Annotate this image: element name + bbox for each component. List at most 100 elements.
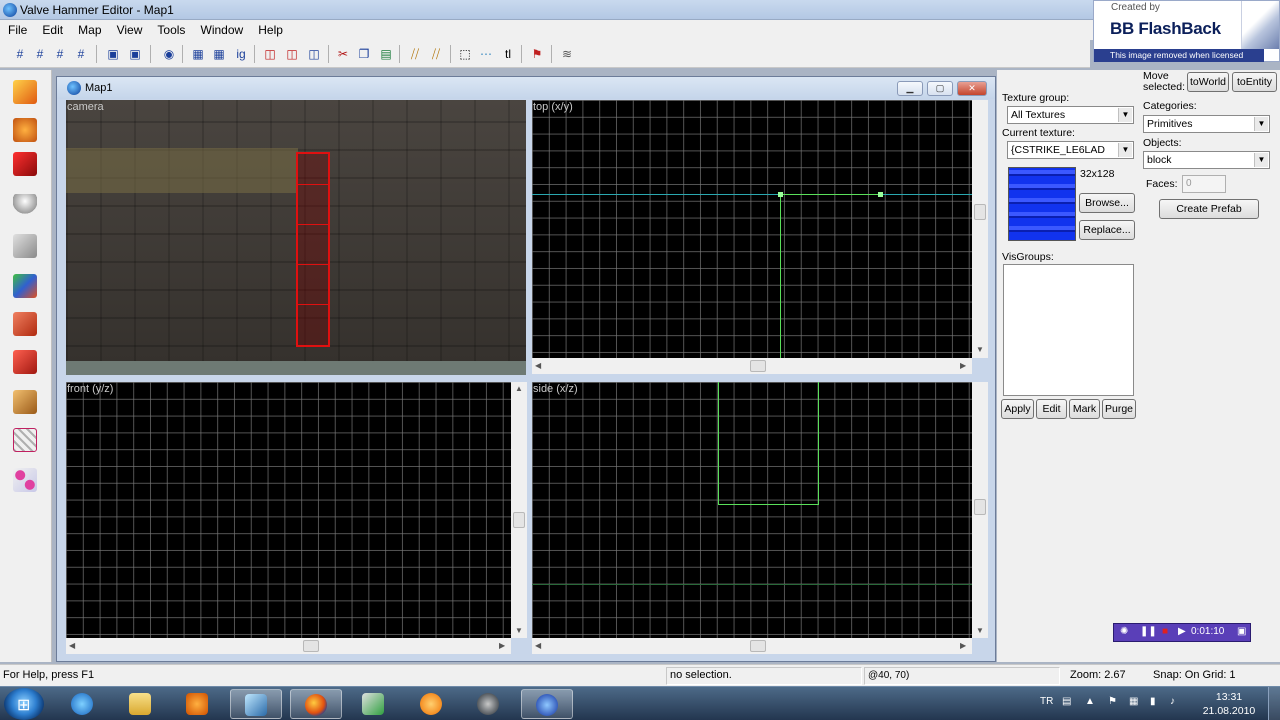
make-hollow-icon[interactable]: ⧸⧸	[427, 45, 445, 63]
grid-snap-icon[interactable]: #	[31, 45, 49, 63]
map-window-titlebar[interactable]: Map1 ▁ ▢ ✕	[57, 77, 995, 99]
scroll-down-icon[interactable]: ▼	[976, 626, 984, 635]
taskbar-orange[interactable]	[406, 689, 458, 719]
taskbar-ie[interactable]	[57, 689, 109, 719]
menu-help[interactable]: Help	[252, 20, 289, 40]
scroll-left-icon[interactable]: ◀	[535, 361, 541, 370]
tray-expand-icon[interactable]: ▲	[1085, 696, 1095, 707]
entity-report-icon[interactable]: ≋	[558, 45, 576, 63]
taskbar-tool[interactable]	[348, 689, 400, 719]
maximize-button[interactable]: ▢	[927, 81, 953, 96]
recorder-menu-icon[interactable]: ▣	[1237, 626, 1246, 637]
ignore-groups-icon[interactable]: ig	[232, 45, 250, 63]
scroll-right-icon[interactable]: ▶	[960, 361, 966, 370]
scroll-right-icon[interactable]: ▶	[499, 641, 505, 650]
replace-button[interactable]: Replace...	[1079, 220, 1135, 240]
record-icon[interactable]: ■	[1162, 626, 1168, 637]
show-items-icon[interactable]: ◫	[283, 45, 301, 63]
scroll-thumb[interactable]	[974, 499, 986, 515]
visgroups-list[interactable]	[1003, 264, 1134, 396]
top-vscroll[interactable]: ▼	[972, 100, 988, 358]
taskbar-steam[interactable]	[463, 689, 515, 719]
texture-group-select[interactable]: All Textures ▼	[1007, 106, 1134, 124]
selection-handle[interactable]	[878, 192, 883, 197]
taskbar-media[interactable]	[172, 689, 224, 719]
paste-icon[interactable]: ▤	[377, 45, 395, 63]
taskbar-explorer[interactable]	[115, 689, 167, 719]
cut-icon[interactable]: ✂	[334, 45, 352, 63]
menu-file[interactable]: File	[2, 20, 33, 40]
start-button[interactable]: ⊞	[4, 688, 44, 720]
ungroup-icon[interactable]: ▦	[210, 45, 228, 63]
apply-current-texture-tool[interactable]	[7, 308, 43, 342]
grid-icon[interactable]: #	[11, 45, 29, 63]
power-icon[interactable]: ▮	[1150, 696, 1156, 707]
front-viewport[interactable]: front (y/z)	[66, 382, 511, 638]
edit-visgroups-icon[interactable]: ◫	[305, 45, 323, 63]
texture-application-tool[interactable]	[7, 270, 43, 304]
toggle-select-icon[interactable]: ⬚	[456, 45, 474, 63]
apply-button[interactable]: Apply	[1001, 399, 1034, 419]
top-viewport[interactable]: top (x/y)	[532, 100, 972, 358]
scroll-left-icon[interactable]: ◀	[535, 641, 541, 650]
keyboard-icon[interactable]: ▤	[1062, 696, 1071, 707]
scroll-down-icon[interactable]: ▼	[976, 345, 984, 354]
recorder-toolbar[interactable]: ✺ ❚❚ ■ ▶ 0:01:10 ▣	[1113, 623, 1251, 642]
top-hscroll[interactable]: ◀ ▶	[532, 358, 972, 374]
side-hscroll[interactable]: ◀ ▶	[532, 638, 972, 654]
objects-select[interactable]: block ▼	[1143, 151, 1270, 169]
play-icon[interactable]: ▶	[1178, 626, 1186, 637]
edit-button[interactable]: Edit	[1036, 399, 1067, 419]
front-vscroll[interactable]: ▲ ▼	[511, 382, 527, 638]
taskbar-hammer[interactable]	[521, 689, 573, 719]
scroll-thumb[interactable]	[750, 360, 766, 372]
decal-tool[interactable]	[7, 346, 43, 380]
toggle-3d-grid-icon[interactable]: ⋯	[477, 45, 495, 63]
autosel-icon[interactable]: ◉	[160, 45, 178, 63]
volume-icon[interactable]: ♪	[1170, 696, 1175, 707]
menu-window[interactable]: Window	[195, 20, 250, 40]
browse-button[interactable]: Browse...	[1079, 193, 1135, 213]
scroll-right-icon[interactable]: ▶	[960, 641, 966, 650]
to-world-button[interactable]: toWorld	[1187, 72, 1229, 92]
current-texture-select[interactable]: {CSTRIKE_LE6LAD ▼	[1007, 141, 1134, 159]
selection-handle[interactable]	[778, 192, 783, 197]
categories-select[interactable]: Primitives ▼	[1143, 115, 1270, 133]
show-desktop-button[interactable]	[1268, 687, 1280, 720]
path-tool[interactable]	[7, 464, 43, 498]
block-tool[interactable]	[7, 230, 43, 264]
load-window-icon[interactable]: ▣	[104, 45, 122, 63]
camera-viewport[interactable]: camera	[66, 100, 526, 375]
front-hscroll[interactable]: ◀ ▶	[66, 638, 511, 654]
flag-icon[interactable]: ⚑	[1108, 696, 1117, 707]
to-entity-button[interactable]: toEntity	[1232, 72, 1277, 92]
clipping-tool[interactable]	[7, 386, 43, 420]
scroll-thumb[interactable]	[303, 640, 319, 652]
grid-larger-icon[interactable]: #	[72, 45, 90, 63]
side-viewport[interactable]: side (x/z)	[532, 382, 972, 638]
scroll-left-icon[interactable]: ◀	[69, 641, 75, 650]
taskbar-app[interactable]	[230, 689, 282, 719]
language-indicator[interactable]: TR	[1040, 696, 1053, 707]
menu-map[interactable]: Map	[72, 20, 107, 40]
taskbar-firefox[interactable]	[290, 689, 342, 719]
scroll-thumb[interactable]	[750, 640, 766, 652]
carve-icon[interactable]: ⧸⧸	[406, 45, 424, 63]
magnify-tool[interactable]	[7, 114, 43, 148]
menu-view[interactable]: View	[111, 20, 149, 40]
scroll-thumb[interactable]	[974, 204, 986, 220]
grid-smaller-icon[interactable]: #	[51, 45, 69, 63]
selection-tool[interactable]	[7, 76, 43, 110]
scroll-up-icon[interactable]: ▲	[515, 384, 523, 393]
create-prefab-button[interactable]: Create Prefab	[1159, 199, 1259, 219]
faces-stepper[interactable]: 0	[1182, 175, 1226, 193]
menu-edit[interactable]: Edit	[36, 20, 69, 40]
clock[interactable]: 13:31 21.08.2010	[1192, 690, 1266, 718]
texture-lock-icon[interactable]: tl	[499, 45, 517, 63]
vertex-manipulation-tool[interactable]	[7, 424, 43, 458]
entity-tool[interactable]	[7, 190, 43, 224]
hide-items-icon[interactable]: ◫	[261, 45, 279, 63]
side-vscroll[interactable]: ▼	[972, 382, 988, 638]
copy-icon[interactable]: ❐	[355, 45, 373, 63]
menu-tools[interactable]: Tools	[151, 20, 191, 40]
